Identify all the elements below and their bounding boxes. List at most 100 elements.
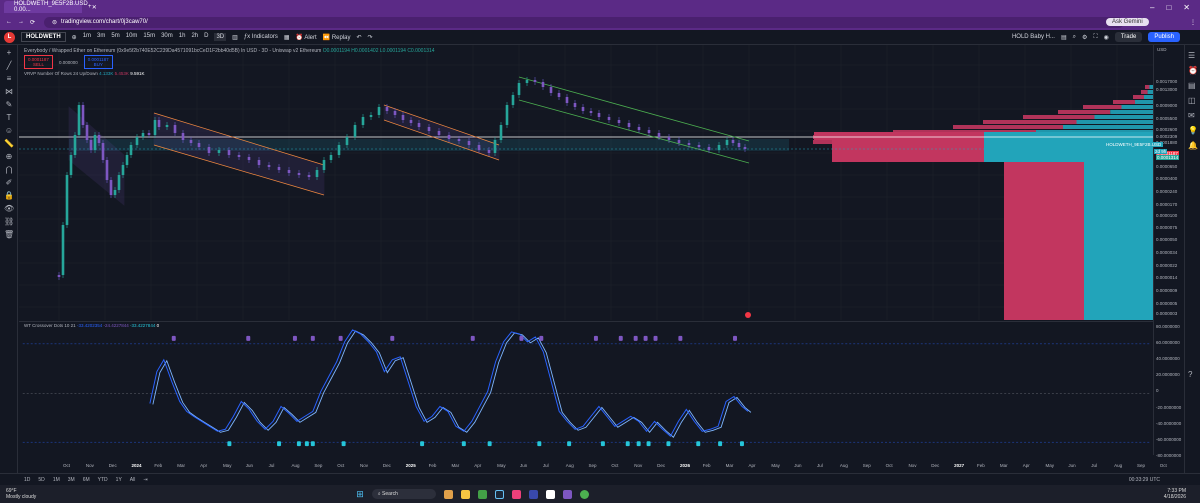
timeframe-1m[interactable]: 1m: [83, 33, 91, 41]
layout-icon[interactable]: ▦: [284, 34, 290, 41]
candle: [573, 103, 577, 107]
reload-icon[interactable]: ⟳: [30, 19, 35, 26]
timeframe-3D[interactable]: 3D: [214, 33, 227, 41]
time-axis[interactable]: Oct Nov Dec 2024 Feb Mar Apr May Jun Jul Aug Sep Oct…: [19, 461, 1167, 471]
layout-grid-icon[interactable]: ▤: [1061, 34, 1067, 41]
lock-draw-icon[interactable]: ✐: [4, 178, 14, 188]
timeframe-D[interactable]: D: [204, 33, 208, 41]
fullscreen-icon[interactable]: ⛶: [1093, 34, 1097, 41]
brush-icon[interactable]: ✎: [4, 100, 14, 110]
news-icon[interactable]: ▤: [1188, 81, 1197, 90]
sell-button[interactable]: 0.0001187 SELL: [24, 55, 53, 69]
app-icon-3[interactable]: [528, 489, 538, 499]
system-tray[interactable]: 7:33 PM 4/18/2026: [1164, 488, 1186, 500]
fib-icon[interactable]: ≡: [4, 74, 14, 84]
file-explorer-icon[interactable]: [460, 489, 470, 499]
candle: [147, 133, 151, 135]
timeframe-1h[interactable]: 1h: [179, 33, 186, 41]
timeframe-5m[interactable]: 5m: [111, 33, 119, 41]
zoom-icon[interactable]: ⊕: [4, 152, 14, 162]
ruler-icon[interactable]: 📏: [4, 139, 14, 149]
help-icon[interactable]: ?: [1188, 370, 1197, 379]
forward-icon[interactable]: →: [18, 19, 24, 25]
replay-button[interactable]: ⏪ Replay: [323, 34, 351, 41]
range-1D[interactable]: 1D: [24, 477, 30, 483]
minimize-icon[interactable]: –: [1150, 3, 1154, 12]
range-3M[interactable]: 3M: [68, 477, 75, 483]
redo-icon[interactable]: ↷: [368, 34, 373, 41]
app-icon-4[interactable]: [562, 489, 572, 499]
price-axis[interactable]: USD 0.0017000 0.0013000 0.0009000 0.0005500 0…: [1153, 45, 1184, 458]
compare-icon[interactable]: ⊕: [72, 34, 77, 41]
range-YTD[interactable]: YTD: [98, 477, 108, 483]
cross-dot-teal: [310, 441, 315, 447]
timeframe-30m[interactable]: 30m: [161, 33, 173, 41]
emoji-icon[interactable]: ☺: [4, 126, 14, 136]
notifications-icon[interactable]: 🔔: [1188, 141, 1198, 150]
range-6M[interactable]: 6M: [83, 477, 90, 483]
timeframe-2h[interactable]: 2h: [191, 33, 198, 41]
tradingview-icon[interactable]: [545, 489, 555, 499]
taskbar-search[interactable]: ⌕ Search: [371, 489, 436, 499]
watchlist-icon[interactable]: ☰: [1188, 51, 1197, 60]
trendline-icon[interactable]: ╱: [4, 61, 14, 71]
tab-close-icon[interactable]: ✕: [92, 4, 97, 11]
close-window-icon[interactable]: ✕: [1183, 3, 1190, 12]
new-tab-icon[interactable]: +: [88, 4, 92, 10]
chrome-icon[interactable]: [579, 489, 589, 499]
candle: [85, 125, 89, 140]
timeframe-10m[interactable]: 10m: [126, 33, 138, 41]
search-icon[interactable]: ⌕: [1073, 34, 1076, 41]
maximize-icon[interactable]: □: [1166, 3, 1171, 12]
link-icon[interactable]: ⛓: [4, 217, 14, 227]
buy-button[interactable]: 0.0001187 BUY: [83, 55, 113, 69]
back-icon[interactable]: ←: [6, 19, 12, 25]
indicators-button[interactable]: ƒx Indicators: [244, 34, 278, 40]
crosshair-icon[interactable]: +: [4, 48, 14, 58]
candle: [707, 147, 711, 150]
pattern-icon[interactable]: ⋈: [4, 87, 14, 97]
trash-icon[interactable]: 🗑: [4, 230, 14, 240]
utc-clock[interactable]: 00:33:29 UTC: [1129, 477, 1160, 483]
ideas-icon[interactable]: 💡: [1188, 126, 1198, 135]
settings-icon[interactable]: ⚙: [1082, 34, 1087, 41]
oscillator-pane[interactable]: [19, 321, 1153, 472]
text-icon[interactable]: T: [4, 113, 14, 123]
menu-icon[interactable]: ⋮: [1190, 19, 1196, 26]
app-icon-2[interactable]: [511, 489, 521, 499]
watchlist-symbol[interactable]: HOLD Baby H...: [1012, 34, 1055, 40]
symbol-search[interactable]: HOLDWETH: [21, 32, 66, 42]
app-icon-1[interactable]: [443, 489, 453, 499]
browser-tab[interactable]: HOLDWETH_9E5F2B.USD 0.00... ✕: [4, 1, 97, 13]
alert-button[interactable]: ⏰ Alert: [296, 34, 317, 41]
trade-button[interactable]: Trade: [1114, 32, 1143, 42]
timeframe-3m[interactable]: 3m: [97, 33, 105, 41]
eye-icon[interactable]: 👁: [4, 204, 14, 214]
range-All[interactable]: All: [130, 477, 136, 483]
magnet-icon[interactable]: ⋂: [4, 165, 14, 175]
currency-label[interactable]: USD: [1157, 47, 1167, 52]
range-1Y[interactable]: 1Y: [116, 477, 122, 483]
snapshot-icon[interactable]: ◉: [1104, 34, 1109, 41]
price-chart[interactable]: [19, 45, 1153, 320]
weather-widget[interactable]: 69°F Mostly cloudy: [6, 488, 36, 500]
chat-icon[interactable]: ✉: [1188, 111, 1197, 120]
steam-icon[interactable]: [494, 489, 504, 499]
timeframe-15m[interactable]: 15m: [143, 33, 155, 41]
legend-title: Everybody / Wrapped Ether on Ethereum (0…: [24, 48, 322, 54]
range-1M[interactable]: 1M: [53, 477, 60, 483]
url-field[interactable]: ⊜ tradingview.com/chart/0j3caw70/: [44, 16, 1124, 28]
site-info-icon[interactable]: ⊜: [52, 19, 57, 26]
calendar-icon[interactable]: ◫: [1188, 96, 1197, 105]
alerts-icon[interactable]: ⏰: [1188, 66, 1198, 75]
ask-gemini-button[interactable]: Ask Gemini: [1106, 18, 1149, 26]
chart-type-icon[interactable]: ▥: [232, 34, 238, 41]
date-range-icon[interactable]: ⇥: [143, 477, 147, 483]
publish-button[interactable]: Publish: [1148, 32, 1180, 42]
undo-icon[interactable]: ↶: [357, 34, 362, 41]
user-avatar[interactable]: L: [4, 31, 15, 43]
xbox-icon[interactable]: [477, 489, 487, 499]
lock-icon[interactable]: 🔒: [4, 191, 14, 201]
start-icon[interactable]: ⊞: [356, 489, 364, 500]
range-5D[interactable]: 5D: [38, 477, 44, 483]
